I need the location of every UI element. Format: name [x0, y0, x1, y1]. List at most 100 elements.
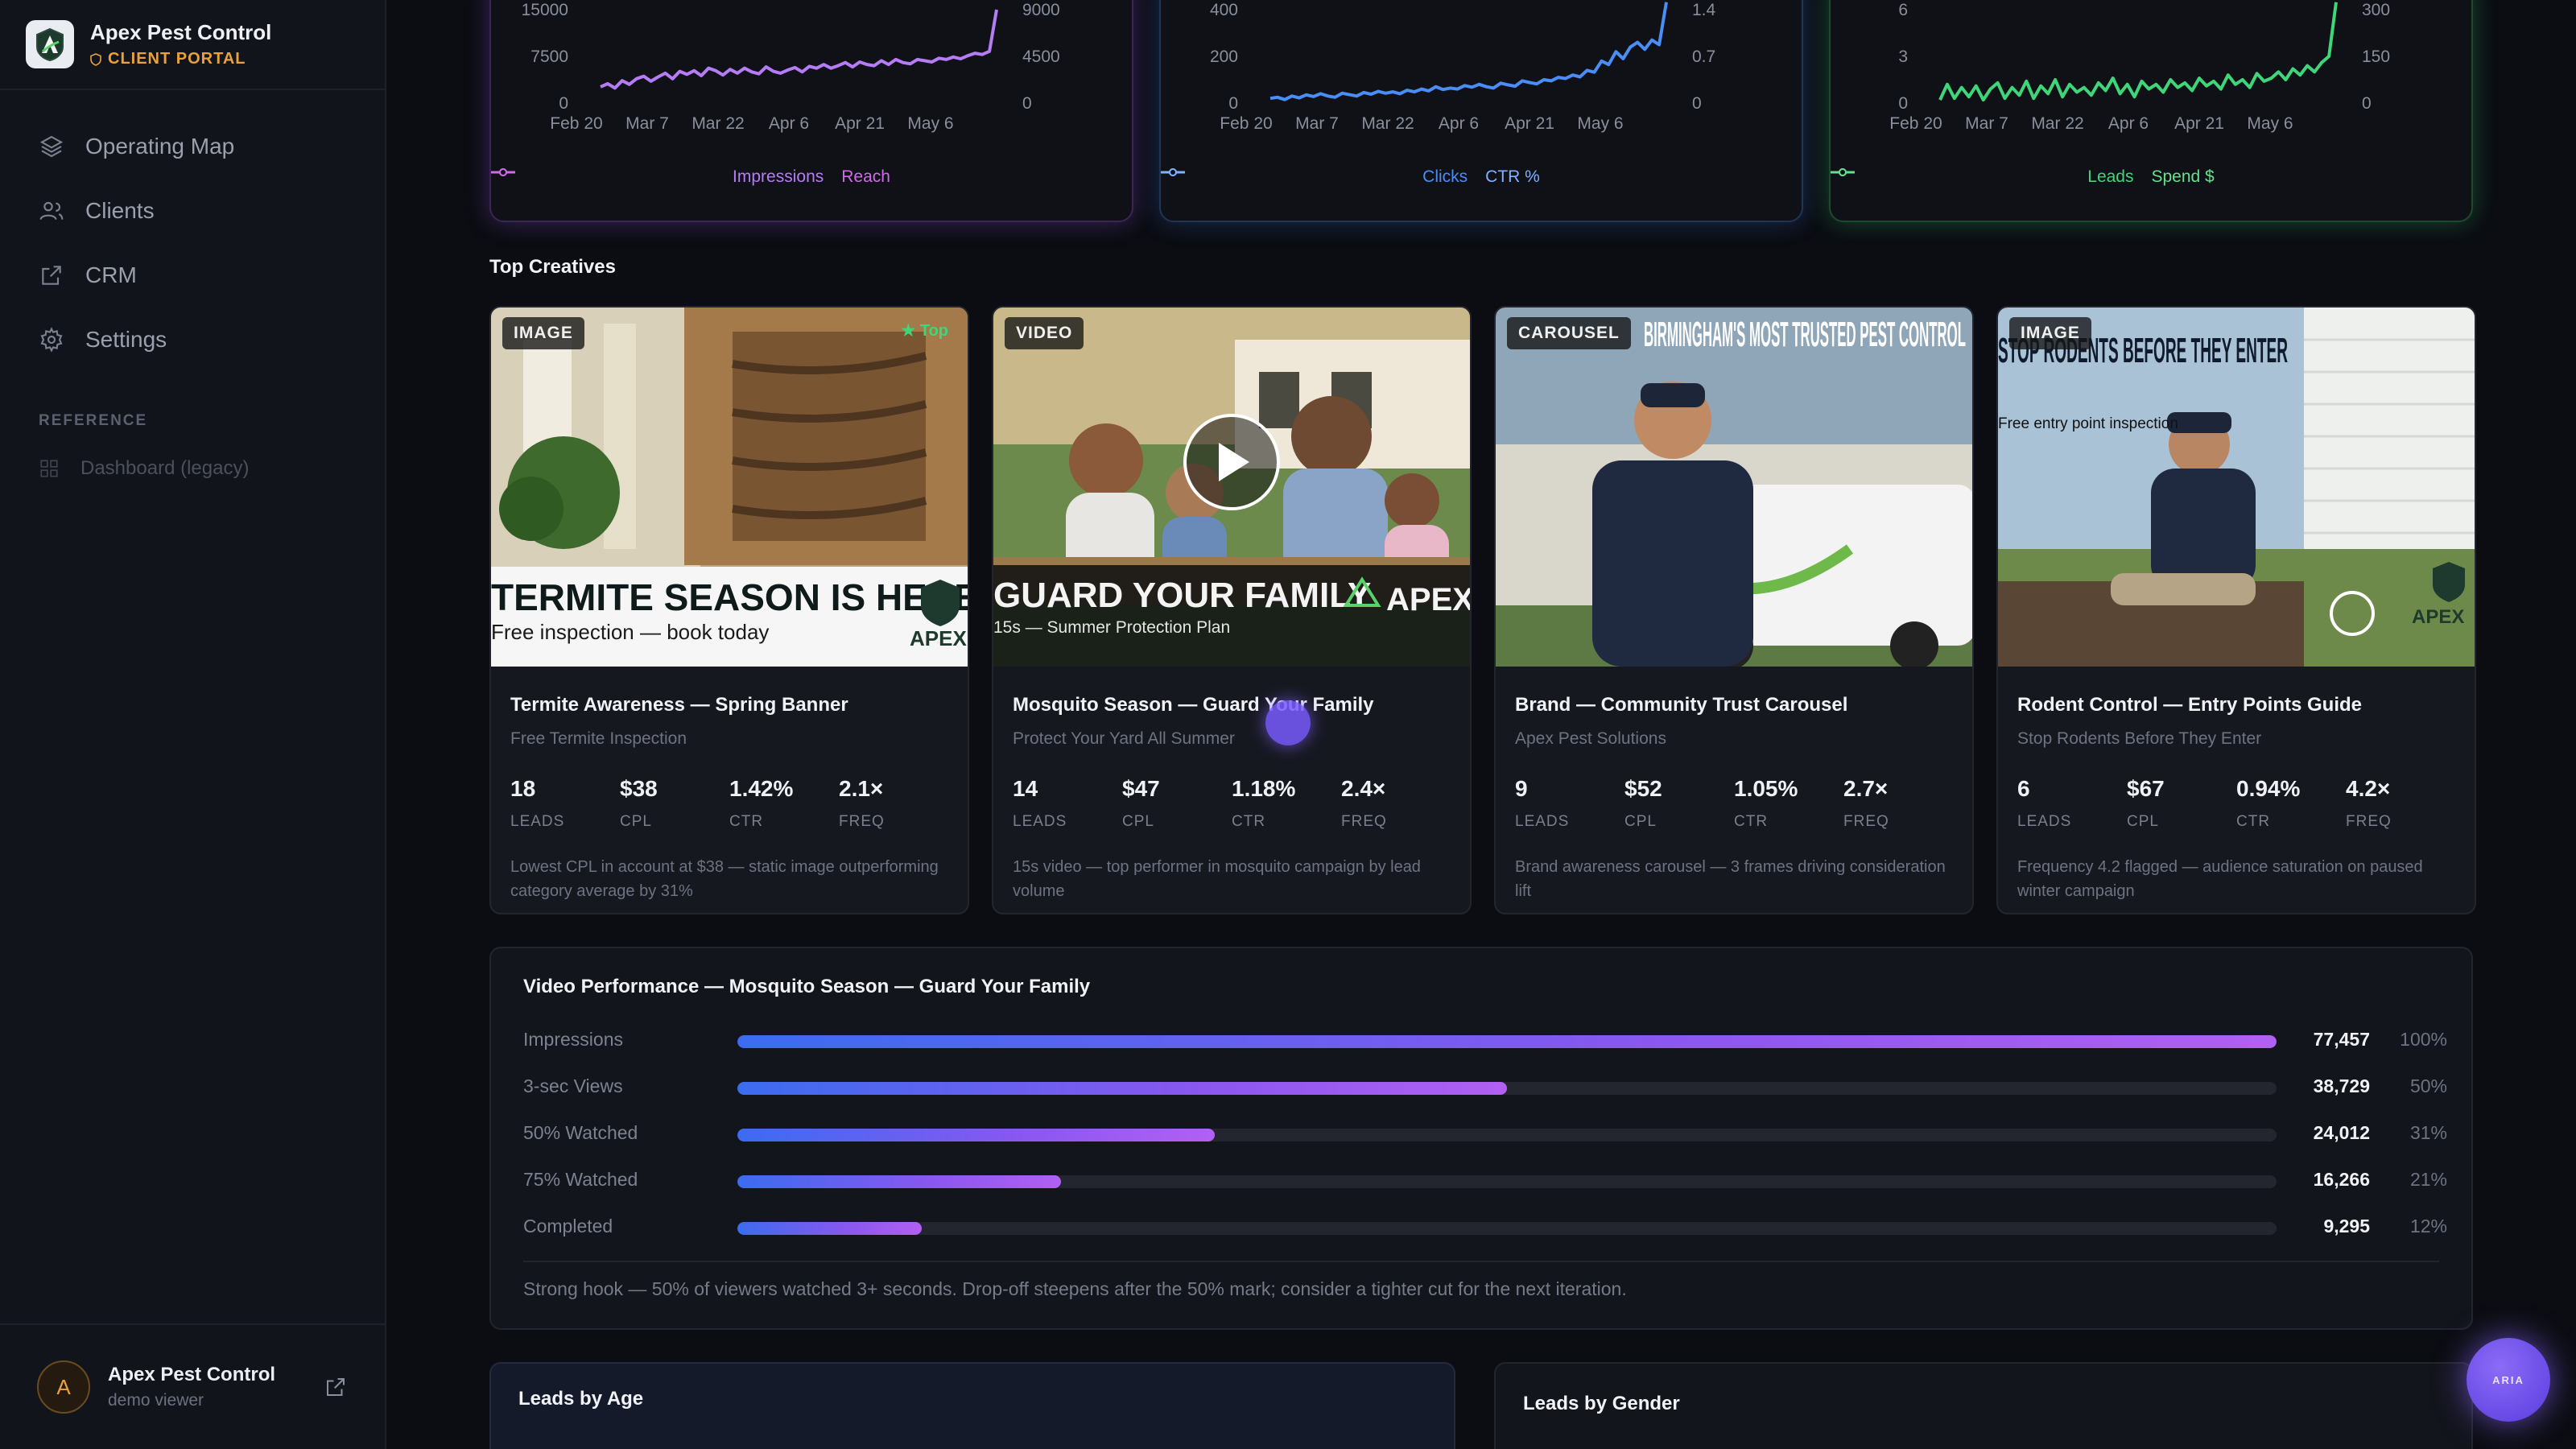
metric-value: 1.05% — [1734, 776, 1798, 801]
x-tick-label: Feb 20 — [550, 114, 602, 133]
legend-item[interactable]: CTR % — [1161, 167, 1540, 187]
metric-label: CTR — [1232, 813, 1266, 830]
video-metric-percent: 100% — [2400, 1029, 2447, 1050]
video-performance-note: Strong hook — 50% of viewers watched 3+ … — [523, 1278, 1627, 1299]
legend-line-icon — [1161, 168, 1185, 176]
sidebar-item-label: Operating Map — [85, 134, 235, 159]
creative-card[interactable]: BIRMINGHAM'S MOST TRUSTED PEST CONTROL C… — [1494, 306, 1974, 914]
creative-image[interactable]: TERMITE SEASON IS HERE Free inspection —… — [491, 308, 968, 667]
video-performance-title: Video Performance — Mosquito Season — Gu… — [523, 976, 1091, 997]
metric-label: CPL — [2127, 813, 2159, 830]
creative-title: Rodent Control — Entry Points Guide — [2017, 694, 2362, 716]
panel-title: Leads by Gender — [1523, 1393, 1680, 1414]
creative-subtitle: Apex Pest Solutions — [1515, 729, 1666, 748]
avatar[interactable]: A — [37, 1360, 90, 1414]
y2-tick-label: 0 — [1692, 94, 1702, 113]
x-tick-label: Apr 21 — [835, 114, 885, 133]
progress-track — [737, 1175, 2277, 1188]
metric-label: FREQ — [1843, 813, 1889, 830]
creative-type-badge: IMAGE — [502, 317, 584, 349]
users-icon — [39, 201, 64, 221]
leads-chart-panel: 6 3 0 300 150 0 Feb 20 Mar 7 Mar 22 Apr 6 Apr 21 Ma… — [1829, 0, 2473, 222]
cursor-indicator — [1265, 700, 1311, 745]
metric-leads: 9 LEADS — [1515, 776, 1624, 831]
overlay-headline: TERMITE SEASON IS HERE — [491, 576, 968, 618]
sidebar-item-settings[interactable]: Settings — [0, 308, 385, 372]
apex-logo-icon — [26, 20, 74, 68]
sidebar-item-clients[interactable]: Clients — [0, 179, 385, 243]
creative-card[interactable]: GUARD YOUR FAMILY 15s — Summer Protectio… — [992, 306, 1472, 914]
metric-value: $67 — [2127, 776, 2165, 801]
metric-ctr: 0.94% CTR — [2236, 776, 2346, 831]
external-link-icon[interactable] — [324, 1375, 348, 1399]
legend-item[interactable]: Leads — [1831, 167, 2134, 187]
metric-label: CTR — [1734, 813, 1769, 830]
user-role: demo viewer — [108, 1391, 204, 1410]
metric-leads: 6 LEADS — [2017, 776, 2127, 831]
creative-title: Termite Awareness — Spring Banner — [510, 694, 848, 716]
creative-metrics: 14 LEADS $47 CPL 1.18% CTR 2.4× FREQ — [1013, 776, 1451, 831]
metric-leads: 18 LEADS — [510, 776, 620, 831]
x-tick-label: Mar 7 — [1965, 114, 2008, 133]
svg-text:APEX: APEX — [2412, 606, 2464, 628]
legend-label: Impressions — [733, 167, 824, 186]
legend-item[interactable]: Reach — [491, 167, 890, 187]
creative-image[interactable]: GUARD YOUR FAMILY 15s — Summer Protectio… — [993, 308, 1470, 667]
x-tick-label: Mar 22 — [1361, 114, 1414, 133]
legend-item[interactable]: Clicks — [1161, 167, 1468, 187]
creative-title: Mosquito Season — Guard Your Family — [1013, 694, 1374, 716]
legend-item[interactable]: Spend $ — [1831, 167, 2215, 187]
legend-label: Reach — [841, 167, 890, 186]
overlay-subline: Free entry point inspection — [1998, 415, 2178, 432]
top-performer-badge: ★ Top — [901, 322, 948, 340]
divider — [523, 1261, 2439, 1262]
creative-card[interactable]: TERMITE SEASON IS HERE Free inspection —… — [489, 306, 969, 914]
overlay-headline: BIRMINGHAM'S MOST TRUSTED PEST CONTROL — [1644, 315, 1966, 354]
creative-card[interactable]: STOP RODENTS BEFORE THEY ENTER Free entr… — [1996, 306, 2476, 914]
aria-assistant-button[interactable]: ARIA — [2467, 1338, 2550, 1422]
user-footer: A Apex Pest Control demo viewer — [0, 1323, 385, 1449]
x-tick-label: Apr 21 — [2174, 114, 2224, 133]
creative-image[interactable]: BIRMINGHAM'S MOST TRUSTED PEST CONTROL C… — [1496, 308, 1972, 667]
brand-header[interactable]: Apex Pest Control CLIENT PORTAL — [0, 0, 385, 90]
y2-tick-label: 1.4 — [1692, 1, 1716, 19]
video-metric-row: Completed 9,295 12% — [523, 1211, 2447, 1243]
svg-text:APEX: APEX — [910, 626, 967, 650]
y-tick-label: 400 — [1210, 1, 1238, 19]
shield-icon — [90, 52, 101, 66]
creative-note: 15s video — top performer in mosquito ca… — [1013, 858, 1421, 900]
x-tick-label: Apr 6 — [1439, 114, 1479, 133]
metric-value: 2.1× — [839, 776, 884, 801]
creative-subtitle: Free Termite Inspection — [510, 729, 687, 748]
x-tick-label: Apr 6 — [2108, 114, 2149, 133]
impressions-chart-panel: 15000 7500 0 9000 4500 0 Feb 20 Mar 7 Mar 22 Apr … — [489, 0, 1133, 222]
video-metric-label: 50% Watched — [523, 1122, 638, 1143]
legend-label: Leads — [2087, 167, 2134, 186]
sidebar-item-dashboard-legacy[interactable]: Dashboard (legacy) — [0, 444, 385, 493]
y-tick-label: 0 — [1898, 94, 1908, 113]
creative-image[interactable]: STOP RODENTS BEFORE THEY ENTER Free entr… — [1998, 308, 2475, 667]
leads-by-age-panel: Leads by Age — [489, 1362, 1455, 1449]
metric-value: 0.94% — [2236, 776, 2301, 801]
x-tick-label: Mar 7 — [1295, 114, 1339, 133]
legend-item[interactable]: Impressions — [491, 167, 824, 187]
progress-track — [737, 1222, 2277, 1235]
y-tick-label: 6 — [1898, 1, 1908, 19]
y-tick-label: 3 — [1898, 47, 1908, 66]
metric-value: $52 — [1624, 776, 1662, 801]
metric-label: LEADS — [1515, 813, 1570, 830]
overlay-subline: Free inspection — book today — [491, 620, 769, 644]
progress-fill — [737, 1175, 1061, 1188]
metric-cpl: $38 CPL — [620, 776, 729, 831]
sidebar-item-operating-map[interactable]: Operating Map — [0, 114, 385, 179]
sidebar-item-label: Clients — [85, 198, 155, 223]
creative-metrics: 9 LEADS $52 CPL 1.05% CTR 2.7× FREQ — [1515, 776, 1953, 831]
metric-value: 6 — [2017, 776, 2030, 801]
creative-thumbnail: GUARD YOUR FAMILY 15s — Summer Protectio… — [993, 308, 1470, 667]
metric-ctr: 1.42% CTR — [729, 776, 839, 831]
y2-tick-label: 0 — [1022, 94, 1032, 113]
chart-legend: Clicks CTR % — [1161, 167, 1802, 187]
sidebar-item-crm[interactable]: CRM — [0, 243, 385, 308]
y2-tick-label: 0 — [2362, 94, 2372, 113]
video-metric-row: 3-sec Views 38,729 50% — [523, 1071, 2447, 1103]
